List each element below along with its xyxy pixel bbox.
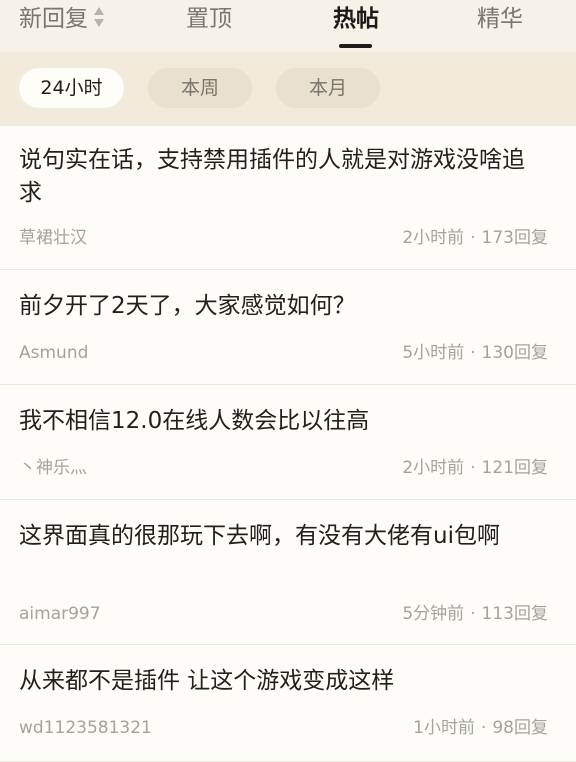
post-title[interactable]: 说句实在话，支持禁用插件的人就是对游戏没啥追求 bbox=[19, 144, 546, 210]
post-author[interactable]: 草裙壮汉 bbox=[19, 226, 87, 250]
filter-this-week[interactable]: 本周 bbox=[148, 68, 252, 108]
tab-bar: 新回复 置顶 热帖 精华 bbox=[0, 0, 576, 52]
post-stats: 2小时前 · 173回复 bbox=[402, 226, 548, 250]
tab-pinned[interactable]: 置顶 bbox=[186, 4, 232, 40]
post-time: 2小时前 bbox=[402, 458, 465, 478]
post-stats: 5分钟前 · 113回复 bbox=[402, 602, 548, 626]
post-author[interactable]: aimar997 bbox=[19, 602, 101, 626]
separator-dot: · bbox=[470, 604, 476, 624]
post-replies: 130回复 bbox=[481, 343, 548, 363]
tab-hot[interactable]: 热帖 bbox=[333, 4, 379, 40]
separator-dot: · bbox=[470, 228, 476, 248]
post-replies: 98回复 bbox=[492, 718, 548, 738]
post-author[interactable]: 丶神乐灬 bbox=[19, 456, 87, 480]
tab-label: 新回复 bbox=[19, 6, 88, 32]
post-time: 2小时前 bbox=[402, 228, 465, 248]
post-item[interactable]: 这界面真的很那玩下去啊，有没有大佬有ui包啊 aimar997 5分钟前 · 113… bbox=[0, 500, 576, 645]
post-list: 说句实在话，支持禁用插件的人就是对游戏没啥追求 草裙壮汉 2小时前 · 173回复 … bbox=[0, 126, 576, 762]
post-time: 1小时前 bbox=[413, 718, 475, 738]
tab-new-replies[interactable]: 新回复 bbox=[19, 4, 106, 40]
post-meta: wd1123581321 1小时前 · 98回复 bbox=[19, 716, 548, 740]
active-tab-indicator bbox=[339, 44, 372, 48]
post-replies: 121回复 bbox=[481, 458, 548, 478]
tab-featured[interactable]: 精华 bbox=[477, 4, 523, 40]
post-title[interactable]: 我不相信12.0在线人数会比以往高 bbox=[19, 405, 546, 438]
post-author[interactable]: Asmund bbox=[19, 341, 88, 365]
post-stats: 5小时前 · 130回复 bbox=[402, 341, 548, 365]
separator-dot: · bbox=[480, 718, 487, 738]
post-title[interactable]: 这界面真的很那玩下去啊，有没有大佬有ui包啊 bbox=[19, 520, 546, 553]
sort-icon bbox=[94, 7, 104, 27]
separator-dot: · bbox=[470, 458, 476, 478]
post-item[interactable]: 说句实在话，支持禁用插件的人就是对游戏没啥追求 草裙壮汉 2小时前 · 173回复 bbox=[0, 126, 576, 270]
filter-this-month[interactable]: 本月 bbox=[276, 68, 380, 108]
post-replies: 173回复 bbox=[481, 228, 548, 248]
post-stats: 2小时前 · 121回复 bbox=[402, 456, 548, 480]
post-stats: 1小时前 · 98回复 bbox=[413, 716, 548, 740]
post-item[interactable]: 前夕开了2天了，大家感觉如何？ Asmund 5小时前 · 130回复 bbox=[0, 270, 576, 385]
post-item[interactable]: 我不相信12.0在线人数会比以往高 丶神乐灬 2小时前 · 121回复 bbox=[0, 385, 576, 500]
post-item[interactable]: 从来都不是插件 让这个游戏变成这样 wd1123581321 1小时前 · 98回复 bbox=[0, 645, 576, 762]
post-author[interactable]: wd1123581321 bbox=[19, 716, 152, 740]
filter-24h[interactable]: 24小时 bbox=[19, 68, 124, 108]
post-replies: 113回复 bbox=[481, 604, 548, 624]
post-time: 5小时前 bbox=[402, 343, 465, 363]
post-time: 5分钟前 bbox=[402, 604, 465, 624]
separator-dot: · bbox=[470, 343, 476, 363]
post-meta: 丶神乐灬 2小时前 · 121回复 bbox=[19, 456, 548, 480]
post-title[interactable]: 前夕开了2天了，大家感觉如何？ bbox=[19, 290, 546, 323]
post-meta: 草裙壮汉 2小时前 · 173回复 bbox=[19, 226, 548, 250]
post-title[interactable]: 从来都不是插件 让这个游戏变成这样 bbox=[19, 665, 546, 698]
time-filter-bar: 24小时 本周 本月 bbox=[0, 52, 576, 126]
post-meta: Asmund 5小时前 · 130回复 bbox=[19, 341, 548, 365]
post-meta: aimar997 5分钟前 · 113回复 bbox=[19, 602, 548, 626]
